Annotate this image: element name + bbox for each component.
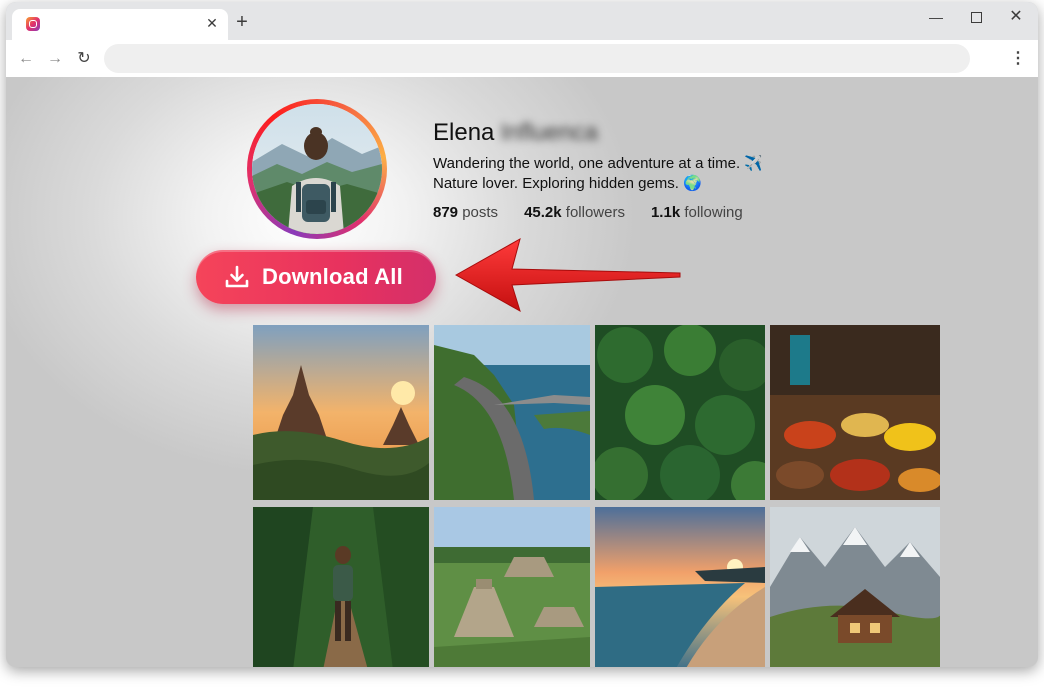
reload-icon[interactable]: ↻ — [74, 49, 94, 69]
download-all-label: Download All — [262, 264, 403, 289]
avatar-ring — [247, 99, 387, 239]
profile-name: Elena Influenca — [433, 119, 598, 147]
close-icon[interactable]: ✕ — [204, 15, 220, 31]
red-arrow-annotation — [454, 237, 681, 313]
instagram-icon — [26, 17, 40, 31]
kebab-menu-icon[interactable]: ⋮ — [1008, 49, 1028, 69]
window-close-icon[interactable]: ✕ — [1006, 7, 1026, 27]
photo-tile[interactable] — [434, 325, 590, 500]
arrow-right-icon[interactable]: → — [45, 49, 65, 69]
address-bar[interactable] — [104, 44, 970, 73]
bio-line: Nature lover. Exploring hidden gems. 🌍 — [433, 175, 702, 192]
title-bar: ✕ + — ✕ — [6, 2, 1038, 40]
plus-icon[interactable]: + — [232, 12, 252, 32]
download-icon — [225, 265, 249, 288]
photo-tile[interactable] — [253, 507, 429, 667]
page-content: Elena Influenca Wandering the world, one … — [6, 77, 1038, 667]
avatar[interactable] — [252, 104, 382, 234]
profile-last-name-blurred: Influenca — [500, 119, 598, 146]
minimize-icon[interactable]: — — [926, 7, 946, 27]
browser-window: ✕ + — ✕ ← → ↻ ⋮ Elena Influenca Wanderin… — [6, 2, 1038, 667]
posts-stat[interactable]: 879 posts — [433, 204, 498, 221]
photo-tile[interactable] — [434, 507, 590, 667]
arrow-left-icon[interactable]: ← — [16, 49, 36, 69]
followers-stat[interactable]: 45.2k followers — [524, 204, 625, 221]
browser-toolbar: ← → ↻ ⋮ — [6, 40, 1038, 77]
bio-line: Wandering the world, one adventure at a … — [433, 155, 763, 172]
profile-first-name: Elena — [433, 119, 495, 146]
photo-grid — [253, 325, 940, 667]
following-stat[interactable]: 1.1k following — [651, 204, 743, 221]
profile-stats: 879 posts 45.2k followers 1.1k following — [433, 204, 743, 221]
photo-tile[interactable] — [770, 507, 940, 667]
download-all-button[interactable]: Download All — [196, 250, 436, 304]
photo-tile[interactable] — [770, 325, 940, 500]
maximize-icon[interactable] — [966, 7, 986, 27]
photo-tile[interactable] — [595, 325, 765, 500]
photo-tile[interactable] — [253, 325, 429, 500]
browser-tab[interactable]: ✕ — [12, 9, 228, 40]
photo-tile[interactable] — [595, 507, 765, 667]
